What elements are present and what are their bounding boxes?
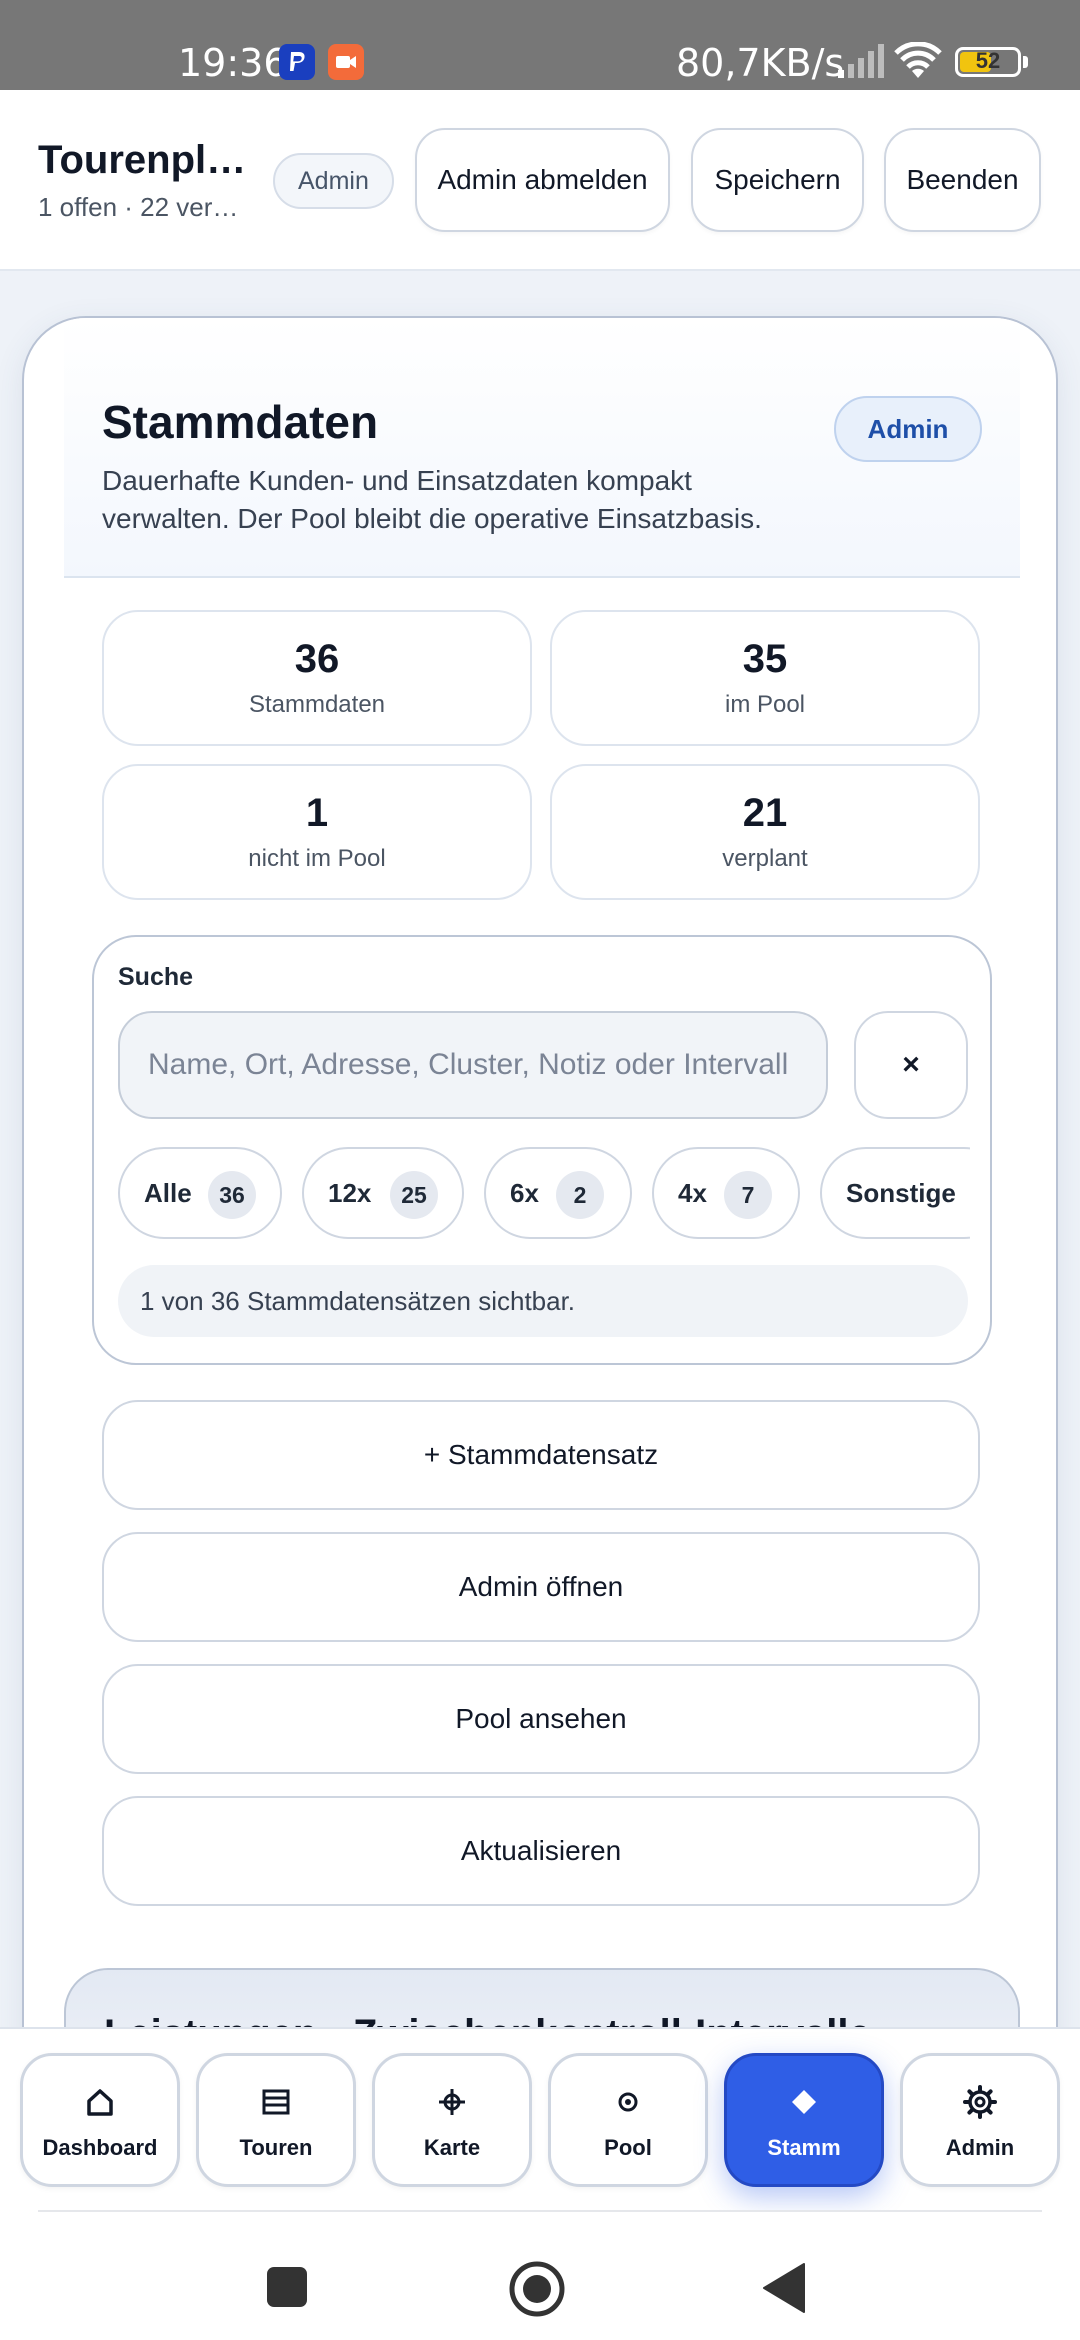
nav-label: Touren [239,2135,313,2160]
back-button[interactable] [762,2262,806,2319]
nav-label: Pool [604,2135,652,2160]
stat-label: Stammdaten [248,691,386,718]
nav-karte[interactable]: Karte [372,2053,532,2187]
stat-label: nicht im Pool [248,845,386,872]
target-icon [551,2084,705,2120]
chip-label: 6x [510,1178,539,1208]
stat-nicht-im-pool: 1 nicht im Pool [102,764,532,900]
chip-count: 2 [556,1171,604,1219]
home-button[interactable] [508,2260,566,2323]
search-panel: Suche × Alle 36 12x 25 6x 2 4x 7 Sonstig… [92,935,992,1365]
section-title: Stammdaten [102,396,379,448]
wifi-icon [894,41,942,85]
chip-count: 7 [724,1171,772,1219]
nav-label: Dashboard [42,2135,158,2160]
nav-dashboard[interactable]: Dashboard [20,2053,180,2187]
bottom-navigation: Dashboard Touren Karte Pool Stamm Admin [0,2027,1080,2210]
battery-percent: 52 [975,48,1001,73]
nav-label: Admin [945,2135,1015,2160]
stammdaten-card: Stammdaten Dauerhafte Kunden- und Einsat… [22,316,1058,2076]
open-admin-button[interactable]: Admin öffnen [102,1532,980,1642]
save-button[interactable]: Speichern [691,128,864,232]
battery-icon: 52 [955,47,1021,77]
refresh-button[interactable]: Aktualisieren [102,1796,980,1906]
chip-label: 4x [678,1178,707,1208]
role-badge: Admin [273,153,394,209]
app-header: Tourenplanung 1 offen · 22 verplant Admi… [0,90,1080,271]
nav-stamm[interactable]: Stamm [724,2053,884,2187]
clear-search-button[interactable]: × [854,1011,968,1119]
search-label: Suche [118,963,194,991]
admin-badge: Admin [834,396,982,462]
stat-im-pool: 35 im Pool [550,610,980,746]
filter-chip-sonstige[interactable]: Sonstige [820,1147,970,1239]
visible-count-info: 1 von 36 Stammdatensätzen sichtbar. [118,1265,968,1337]
status-bar: 19:36 80,7KB/s 52 [0,0,1080,90]
stat-label: im Pool [724,691,806,718]
search-input[interactable] [118,1011,828,1119]
stat-value: 35 [742,637,788,681]
gear-icon [903,2084,1057,2120]
status-time: 19:36 [178,41,288,85]
section-description: Dauerhafte Kunden- und Einsatzdaten komp… [102,465,762,534]
chip-label: Alle [144,1178,192,1208]
admin-logout-button[interactable]: Admin abmelden [415,128,670,232]
nav-admin[interactable]: Admin [900,2053,1060,2187]
camera-icon [328,44,364,80]
chip-label: 12x [328,1178,372,1208]
stammdaten-hero: Stammdaten Dauerhafte Kunden- und Einsat… [64,318,1020,578]
diamond-icon [727,2084,881,2120]
battery-tip [1023,56,1028,68]
home-icon [23,2084,177,2120]
stat-verplant: 21 verplant [550,764,980,900]
chip-count: 36 [208,1171,256,1219]
quit-button[interactable]: Beenden [884,128,1041,232]
signal-icon [836,44,886,83]
paypal-icon [279,44,315,80]
view-pool-button[interactable]: Pool ansehen [102,1664,980,1774]
filter-chip-12x[interactable]: 12x 25 [302,1147,464,1239]
stat-value: 36 [294,637,340,681]
chip-label: Sonstige [846,1178,956,1208]
nav-label: Karte [423,2135,481,2160]
list-icon [199,2084,353,2120]
stat-value: 1 [305,791,329,835]
system-navigation [0,2210,1080,2340]
nav-touren[interactable]: Touren [196,2053,356,2187]
nav-label: Stamm [767,2135,841,2160]
app-title: Tourenplanung [38,138,248,182]
add-stammdatensatz-button[interactable]: + Stammdatensatz [102,1400,980,1510]
stat-value: 21 [742,791,788,835]
filter-chips: Alle 36 12x 25 6x 2 4x 7 Sonstige [118,1147,970,1241]
crosshair-icon [375,2084,529,2120]
filter-chip-alle[interactable]: Alle 36 [118,1147,282,1239]
network-speed: 80,7KB/s [676,41,845,85]
recents-button[interactable] [266,2266,308,2313]
stat-stammdaten: 36 Stammdaten [102,610,532,746]
divider [38,2210,1042,2212]
stat-label: verplant [722,845,808,872]
app-subtitle: 1 offen · 22 verplant [38,192,248,222]
filter-chip-4x[interactable]: 4x 7 [652,1147,800,1239]
chip-count: 25 [390,1171,438,1219]
filter-chip-6x[interactable]: 6x 2 [484,1147,632,1239]
nav-pool[interactable]: Pool [548,2053,708,2187]
